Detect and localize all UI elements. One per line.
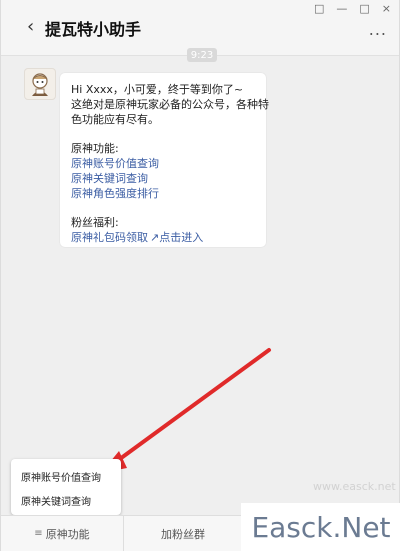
bot-avatar-icon[interactable] (24, 68, 56, 100)
faint-watermark: www.easck.net (313, 480, 396, 493)
link-account-value[interactable]: 原神账号价值查询 (71, 156, 255, 171)
message-line: 这绝对是原神玩家必备的公众号，各种特 (71, 98, 269, 111)
timestamp: 9:23 (187, 48, 217, 62)
gift-link-tail: 点击进入 (159, 231, 204, 244)
chevron-left-icon[interactable]: ‹ (27, 16, 34, 37)
link-keyword-query[interactable]: 原神关键词查询 (71, 171, 255, 186)
gift-link-label: 原神礼包码领取 (71, 231, 148, 244)
chat-window: □ — □ × ‹ 提瓦特小助手 ... 9:23 Hi Xxxx，小可爱，终于… (0, 0, 400, 551)
page-title: 提瓦特小助手 (45, 20, 142, 39)
link-character-ranking[interactable]: 原神角色强度排行 (71, 186, 255, 201)
tab-label: 原神功能 (45, 527, 90, 541)
pin-icon[interactable]: □ (314, 2, 324, 15)
section-title-features: 原神功能: (71, 142, 119, 155)
external-link-icon: ↗ (150, 231, 160, 244)
tab-label: 加粉丝群 (161, 527, 205, 541)
maximize-icon[interactable]: □ (359, 2, 369, 15)
menu-item-account-value[interactable]: 原神账号价值查询 (21, 469, 101, 484)
tab-genshin-features[interactable]: ≡ 原神功能 (1, 516, 124, 551)
site-watermark: Easck.Net (241, 503, 400, 551)
tab-join-fan-group[interactable]: 加粉丝群 (124, 516, 243, 551)
menu-icon: ≡ (34, 528, 43, 539)
more-options-button[interactable]: ... (369, 20, 387, 39)
section-title-fan-benefits: 粉丝福利: (71, 216, 119, 229)
close-icon[interactable]: × (382, 2, 391, 15)
message-line: 色功能应有尽有。 (71, 113, 159, 126)
function-menu-popup: 原神账号价值查询 原神关键词查询 (11, 459, 121, 515)
link-gift-code[interactable]: 原神礼包码领取 ↗点击进入 (71, 230, 255, 245)
message-bubble: Hi Xxxx，小可爱，终于等到你了~ 这绝对是原神玩家必备的公众号，各种特 色… (59, 72, 269, 248)
message-line: Hi Xxxx，小可爱，终于等到你了~ (71, 83, 244, 96)
menu-item-keyword-query[interactable]: 原神关键词查询 (21, 493, 91, 508)
minimize-icon[interactable]: — (336, 2, 347, 15)
window-controls: □ — □ × (314, 2, 391, 15)
